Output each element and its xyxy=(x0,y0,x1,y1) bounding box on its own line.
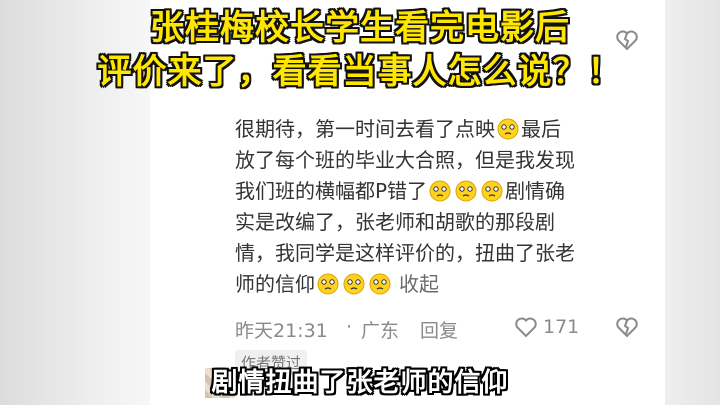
comment-line: 情，我同学是这样评价的，扭曲了张老 xyxy=(235,241,575,265)
reply-button[interactable]: 回复 xyxy=(420,316,458,343)
comment-line: 我们班的横幅都P错了 xyxy=(235,179,428,203)
crying-face-icon xyxy=(343,273,365,295)
comment-line: 实是改编了，张老师和胡歌的那段剧 xyxy=(235,210,555,234)
comment-location: 广东 xyxy=(361,320,400,342)
like-heart-icon[interactable] xyxy=(514,316,538,338)
broken-heart-icon[interactable] xyxy=(615,28,639,52)
comment-line: 师的信仰 xyxy=(235,272,315,296)
crying-face-icon xyxy=(369,273,391,295)
crying-face-icon xyxy=(317,273,339,295)
collapse-link[interactable]: 收起 xyxy=(399,272,439,296)
crying-face-icon xyxy=(497,118,519,140)
headline-line-1: 张桂梅校长学生看完电影后 xyxy=(150,8,570,48)
comment-separator: · xyxy=(346,316,353,338)
comment-meta: 昨天21:31 · 广东 回复 171 xyxy=(235,314,655,342)
video-headline: 张桂梅校长学生看完电影后 评价来了，看看当事人怎么说？！ xyxy=(0,6,720,94)
comment-line: 剧情确 xyxy=(505,179,566,203)
like-count: 171 xyxy=(543,316,580,338)
comment-line: 最后 xyxy=(521,117,561,141)
headline-line-2: 评价来了，看看当事人怎么说？！ xyxy=(97,52,623,92)
crying-face-icon xyxy=(455,180,477,202)
comment-line: 放了每个班的毕业大合照，但是我发现 xyxy=(235,148,575,172)
video-subtitle: 剧情扭曲了张老师的信仰 xyxy=(211,368,509,398)
dislike-broken-heart-icon[interactable] xyxy=(615,316,639,338)
crying-face-icon xyxy=(429,180,451,202)
comment-text: 很期待，第一时间去看了点映 最后 放了每个班的毕业大合照，但是我发现 我们班的横幅… xyxy=(235,114,655,300)
comment-time: 昨天21:31 xyxy=(235,320,328,342)
crying-face-icon xyxy=(481,180,503,202)
comment-line: 很期待，第一时间去看了点映 xyxy=(235,117,495,141)
